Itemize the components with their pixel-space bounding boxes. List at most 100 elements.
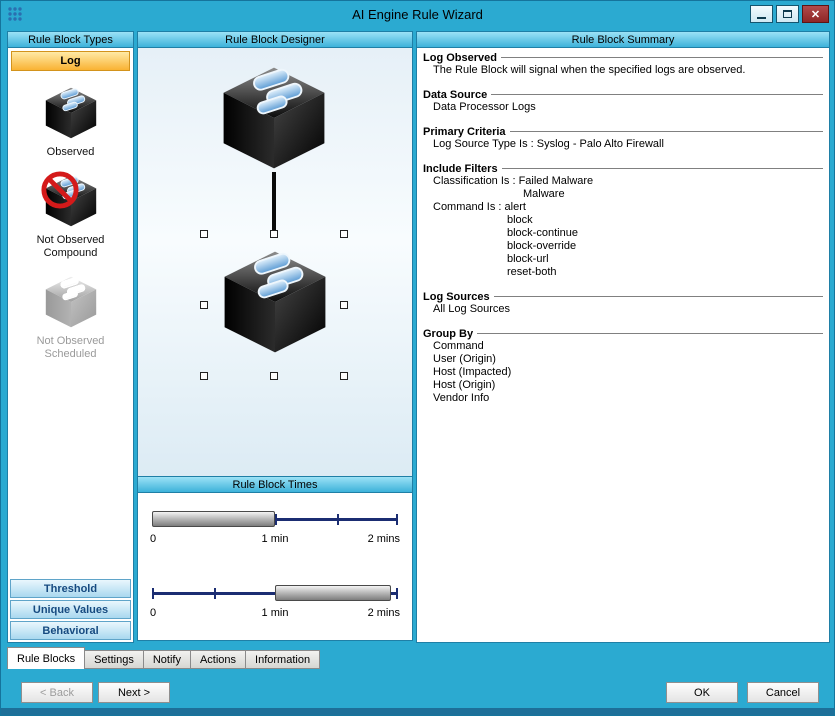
section-title: Group By xyxy=(423,328,473,340)
section-rule xyxy=(501,57,823,59)
section-title: Log Sources xyxy=(423,291,490,303)
time-slider-2: 0 1 min 2 mins xyxy=(152,583,398,627)
summary-section-group-by: Group By Command User (Origin) Host (Imp… xyxy=(423,328,823,405)
tab-actions[interactable]: Actions xyxy=(191,650,246,669)
type-label: Not Observed Compound xyxy=(23,234,119,260)
section-line: block xyxy=(423,214,823,227)
section-title: Log Observed xyxy=(423,52,497,64)
slider-handle[interactable] xyxy=(275,585,391,601)
section-rule xyxy=(494,296,823,298)
selection-handle[interactable] xyxy=(200,372,208,380)
slider-label: 1 min xyxy=(262,533,289,545)
slider-tick xyxy=(337,514,339,525)
section-line: Malware xyxy=(423,188,823,201)
summary-section-data-source: Data Source Data Processor Logs xyxy=(423,89,823,114)
section-line: All Log Sources xyxy=(423,303,823,316)
tab-settings[interactable]: Settings xyxy=(85,650,144,669)
slider-tick xyxy=(152,588,154,599)
section-line: Log Source Type Is : Syslog - Palo Alto … xyxy=(423,138,823,151)
summary-section-log-observed: Log Observed The Rule Block will signal … xyxy=(423,52,823,77)
block-connector-line xyxy=(272,172,276,236)
slider-tick xyxy=(396,514,398,525)
not-observed-compound-icon xyxy=(43,173,99,229)
selection-handle[interactable] xyxy=(270,230,278,238)
back-button[interactable]: < Back xyxy=(21,682,93,703)
selection-handle[interactable] xyxy=(340,230,348,238)
rule-block-designer-panel: Rule Block Designer Rule Block Times xyxy=(137,31,413,644)
section-title: Primary Criteria xyxy=(423,126,506,138)
section-line: block-override xyxy=(423,240,823,253)
slider-label: 0 xyxy=(150,533,156,545)
type-item-not-observed-scheduled[interactable]: Not Observed Scheduled xyxy=(23,274,119,361)
rule-block-summary-body: Log Observed The Rule Block will signal … xyxy=(416,47,830,643)
type-label: Observed xyxy=(23,146,119,159)
rule-block-designer-header: Rule Block Designer xyxy=(137,31,413,48)
section-rule xyxy=(510,131,823,133)
close-icon: ✕ xyxy=(811,8,820,21)
tab-notify[interactable]: Notify xyxy=(144,650,191,669)
selection-handle[interactable] xyxy=(200,301,208,309)
section-line: block-continue xyxy=(423,227,823,240)
slider-handle[interactable] xyxy=(152,511,275,527)
slider-label: 2 mins xyxy=(368,607,400,619)
section-line: Host (Impacted) xyxy=(423,366,823,379)
rule-block-cube-top[interactable] xyxy=(218,62,330,174)
type-label: Not Observed Scheduled xyxy=(23,335,119,361)
tab-information[interactable]: Information xyxy=(246,650,320,669)
titlebar[interactable]: AI Engine Rule Wizard ✕ xyxy=(1,1,834,27)
selection-handle[interactable] xyxy=(200,230,208,238)
selection-handle[interactable] xyxy=(270,372,278,380)
slider-tick xyxy=(214,588,216,599)
window-title: AI Engine Rule Wizard xyxy=(1,7,834,22)
slider-label: 2 mins xyxy=(368,533,400,545)
type-item-not-observed-compound[interactable]: Not Observed Compound xyxy=(23,173,119,260)
section-line: Command Is : alert xyxy=(423,201,823,214)
not-observed-scheduled-icon xyxy=(43,274,99,330)
selection-handle[interactable] xyxy=(340,372,348,380)
minimize-icon xyxy=(757,16,766,19)
maximize-button[interactable] xyxy=(776,5,799,23)
ok-button[interactable]: OK xyxy=(666,682,738,703)
summary-section-primary-criteria: Primary Criteria Log Source Type Is : Sy… xyxy=(423,126,823,151)
window-controls: ✕ xyxy=(750,5,829,23)
section-rule xyxy=(502,168,823,170)
slider-tick xyxy=(275,514,277,525)
observed-cube-icon xyxy=(43,85,99,141)
designer-canvas[interactable] xyxy=(137,47,413,477)
tab-strip: Rule Blocks Settings Notify Actions Info… xyxy=(7,647,320,669)
prohibition-icon xyxy=(39,169,81,211)
section-rule xyxy=(477,333,823,335)
selection-handle[interactable] xyxy=(340,301,348,309)
section-line: Host (Origin) xyxy=(423,379,823,392)
summary-section-include-filters: Include Filters Classification Is : Fail… xyxy=(423,163,823,279)
section-title: Include Filters xyxy=(423,163,498,175)
threshold-button[interactable]: Threshold xyxy=(10,579,131,598)
tab-rule-blocks[interactable]: Rule Blocks xyxy=(7,647,85,669)
section-line: Classification Is : Failed Malware xyxy=(423,175,823,188)
rule-block-cube-selected[interactable] xyxy=(219,246,331,358)
section-line: Vendor Info xyxy=(423,392,823,405)
ai-engine-rule-wizard-window: AI Engine Rule Wizard ✕ Rule Block Types… xyxy=(0,0,835,716)
rule-block-types-body: Log Observed Not Observed Compound xyxy=(7,47,134,643)
rule-block-times-header: Rule Block Times xyxy=(137,476,413,493)
section-line: block-url xyxy=(423,253,823,266)
type-item-observed[interactable]: Observed xyxy=(23,85,119,159)
close-button[interactable]: ✕ xyxy=(802,5,829,23)
section-line: reset-both xyxy=(423,266,823,279)
rule-block-summary-panel: Rule Block Summary Log Observed The Rule… xyxy=(416,31,830,644)
rule-block-times-body: 0 1 min 2 mins 0 1 min 2 mins xyxy=(137,492,413,641)
behavioral-button[interactable]: Behavioral xyxy=(10,621,131,640)
section-line: User (Origin) xyxy=(423,353,823,366)
summary-section-log-sources: Log Sources All Log Sources xyxy=(423,291,823,316)
section-title: Data Source xyxy=(423,89,487,101)
rule-block-types-panel: Rule Block Types Log Observed Not Observ… xyxy=(7,31,134,644)
slider-label: 1 min xyxy=(262,607,289,619)
time-slider-1: 0 1 min 2 mins xyxy=(152,509,398,553)
unique-values-button[interactable]: Unique Values xyxy=(10,600,131,619)
minimize-button[interactable] xyxy=(750,5,773,23)
cancel-button[interactable]: Cancel xyxy=(747,682,819,703)
next-button[interactable]: Next > xyxy=(98,682,170,703)
log-type-button[interactable]: Log xyxy=(11,51,130,71)
section-line: The Rule Block will signal when the spec… xyxy=(423,64,823,77)
slider-label: 0 xyxy=(150,607,156,619)
